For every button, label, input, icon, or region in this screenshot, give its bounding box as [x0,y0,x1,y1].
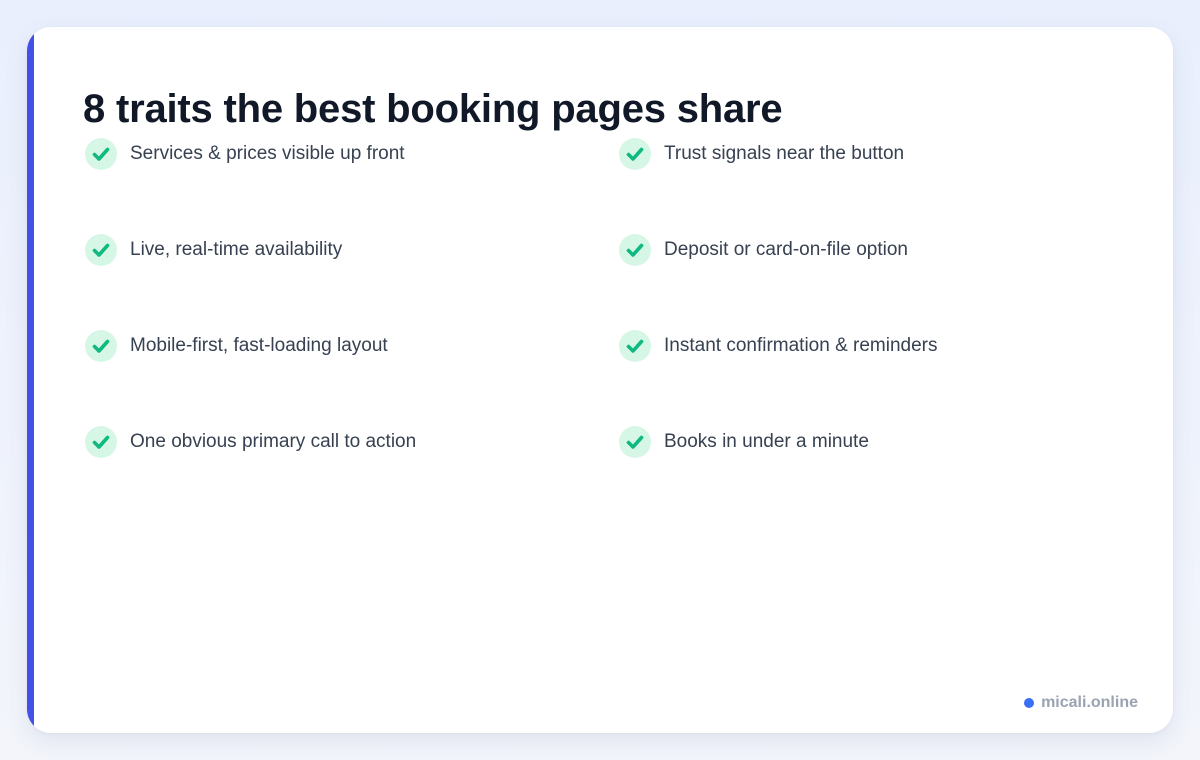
trait-item: Instant confirmation & reminders [619,329,1153,363]
footer-brand: micali.online [1024,694,1138,712]
trait-label: Trust signals near the button [664,143,905,164]
accent-bar [27,27,34,733]
check-icon [619,234,651,266]
check-icon [85,330,117,362]
brand-text: micali.online [1041,694,1138,711]
check-icon [619,426,651,458]
check-icon [619,330,651,362]
trait-item: Mobile-first, fast-loading layout [85,329,619,363]
check-icon [619,138,651,170]
trait-item: Live, real-time availability [85,233,619,267]
check-icon [85,426,117,458]
trait-list: Services & prices visible up front Trust… [85,137,1153,521]
trait-label: Instant confirmation & reminders [664,335,938,356]
trait-item: Books in under a minute [619,425,1153,459]
trait-label: Books in under a minute [664,431,869,452]
trait-label: Deposit or card-on-file option [664,239,908,260]
trait-label: One obvious primary call to action [130,431,417,452]
check-icon [85,234,117,266]
trait-item: Trust signals near the button [619,137,1153,171]
check-icon [85,138,117,170]
trait-label: Services & prices visible up front [130,143,405,164]
page-title: 8 traits the best booking pages share [83,87,783,131]
trait-label: Mobile-first, fast-loading layout [130,335,388,356]
card: 8 traits the best booking pages share Se… [27,27,1173,733]
trait-item: One obvious primary call to action [85,425,619,459]
trait-item: Services & prices visible up front [85,137,619,171]
trait-label: Live, real-time availability [130,239,343,260]
brand-dot-icon [1024,698,1035,708]
trait-item: Deposit or card-on-file option [619,233,1153,267]
